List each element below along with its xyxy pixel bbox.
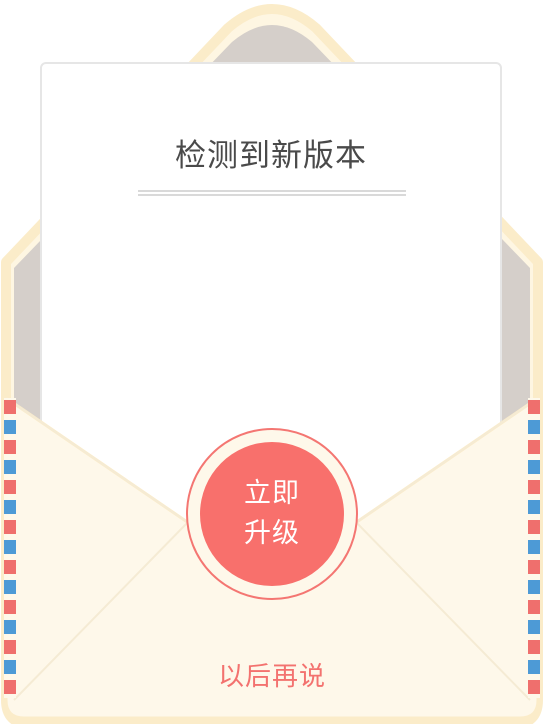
upgrade-button-line1: 立即 xyxy=(244,478,300,509)
upgrade-button-line2: 升级 xyxy=(244,518,300,549)
envelope-front xyxy=(4,395,540,720)
update-dialog: 检测到新版本 立即 升级 以后再说 xyxy=(0,0,544,724)
remind-later-link[interactable]: 以后再说 xyxy=(140,658,404,696)
upgrade-now-button[interactable]: 立即 升级 xyxy=(200,442,344,586)
